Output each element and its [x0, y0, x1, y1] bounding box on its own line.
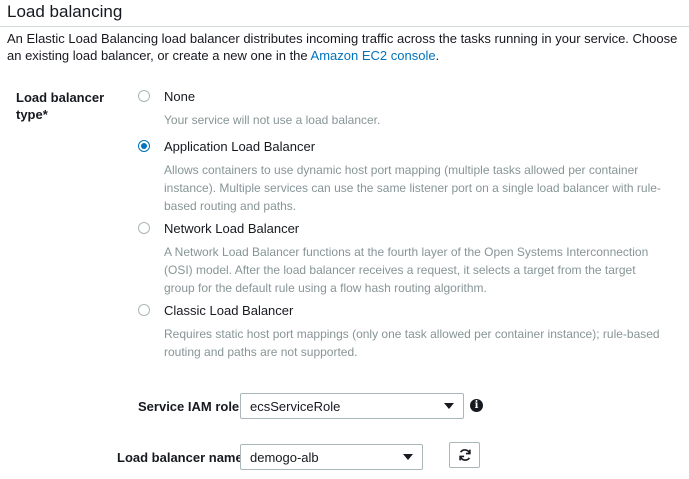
title-divider — [0, 26, 689, 27]
info-icon[interactable]: i — [470, 399, 483, 412]
refresh-icon — [459, 449, 471, 461]
load-balancer-name-label: Load balancer name — [117, 450, 243, 465]
radio-network-label[interactable]: Network Load Balancer — [164, 221, 299, 236]
radio-none[interactable] — [138, 90, 150, 102]
load-balancer-name-value: demogo-alb — [250, 450, 319, 465]
service-iam-role-value: ecsServiceRole — [250, 399, 341, 414]
radio-classic[interactable] — [138, 304, 150, 316]
load-balancing-panel: Load balancing An Elastic Load Balancing… — [0, 0, 689, 479]
chevron-down-icon — [403, 454, 413, 460]
radio-none-label[interactable]: None — [164, 89, 195, 104]
radio-none-description: Your service will not use a load balance… — [164, 113, 381, 127]
refresh-button[interactable] — [449, 442, 480, 468]
intro-paragraph: An Elastic Load Balancing load balancer … — [7, 30, 687, 64]
radio-classic-description: Requires static host port mappings (only… — [164, 327, 660, 359]
section-title: Load balancing — [7, 2, 123, 21]
load-balancer-name-select[interactable]: demogo-alb — [240, 444, 423, 470]
chevron-down-icon — [444, 403, 454, 409]
radio-classic-label[interactable]: Classic Load Balancer — [164, 303, 293, 318]
radio-application-description: Allows containers to use dynamic host po… — [164, 163, 661, 213]
load-balancer-type-label: Load balancer type* — [16, 90, 105, 122]
service-iam-role-select[interactable]: ecsServiceRole — [240, 393, 464, 419]
radio-application-label[interactable]: Application Load Balancer — [164, 139, 315, 154]
intro-end: . — [435, 48, 440, 63]
radio-network-description: A Network Load Balancer functions at the… — [164, 245, 649, 295]
amazon-ec2-console-link[interactable]: Amazon EC2 console — [311, 48, 436, 63]
radio-network[interactable] — [138, 222, 150, 234]
service-iam-role-label: Service IAM role — [138, 399, 240, 414]
radio-application[interactable] — [138, 140, 150, 152]
